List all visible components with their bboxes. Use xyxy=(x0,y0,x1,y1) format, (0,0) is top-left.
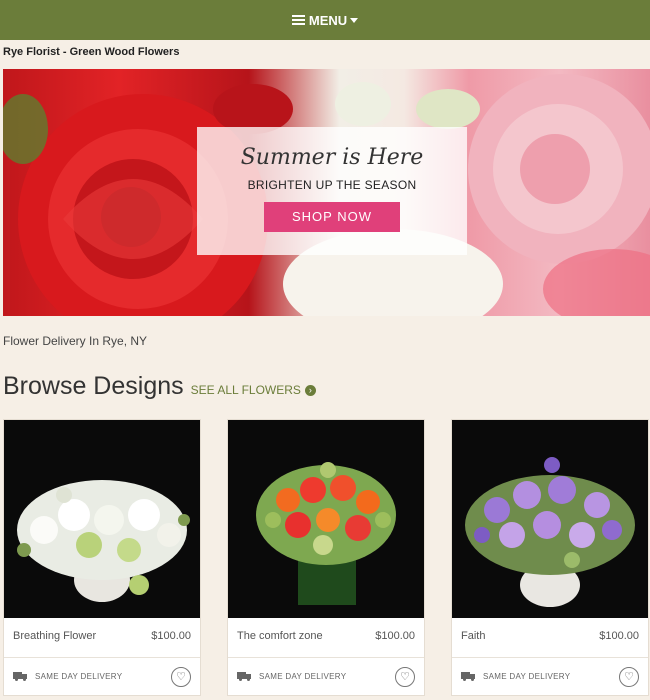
delivery-location-text: Flower Delivery In Rye, NY xyxy=(3,334,148,348)
product-name[interactable]: Faith xyxy=(461,630,485,642)
favorite-heart-icon[interactable]: ♡ xyxy=(619,666,639,687)
product-image[interactable] xyxy=(228,420,424,618)
favorite-heart-icon[interactable]: ♡ xyxy=(171,666,191,687)
product-info-row: The comfort zone $100.00 xyxy=(228,618,424,642)
product-image[interactable] xyxy=(4,420,200,618)
arrow-right-circle-icon: › xyxy=(304,384,316,396)
see-all-flowers-link[interactable]: SEE ALL FLOWERS › xyxy=(191,383,316,397)
favorite-heart-icon[interactable]: ♡ xyxy=(395,666,415,687)
menu-button[interactable]: MENU xyxy=(291,12,359,28)
product-delivery-row: SAME DAY DELIVERY ♡ xyxy=(4,657,200,695)
product-card[interactable]: Faith $100.00 SAME DAY DELIVERY ♡ xyxy=(451,419,649,696)
truck-icon xyxy=(237,672,251,681)
product-info-row: Breathing Flower $100.00 xyxy=(4,618,200,642)
caret-down-icon xyxy=(350,17,359,23)
hero-promo-box: Summer is Here BRIGHTEN UP THE SEASON SH… xyxy=(197,127,467,255)
site-title: Rye Florist - Green Wood Flowers xyxy=(3,46,180,58)
same-day-delivery-label: SAME DAY DELIVERY xyxy=(259,672,347,681)
product-image[interactable] xyxy=(452,420,648,618)
hamburger-icon xyxy=(291,15,305,25)
menu-label: MENU xyxy=(308,12,348,28)
product-card[interactable]: Breathing Flower $100.00 SAME DAY DELIVE… xyxy=(3,419,201,696)
see-all-label: SEE ALL FLOWERS xyxy=(190,383,301,397)
product-name[interactable]: Breathing Flower xyxy=(13,630,96,642)
product-price: $100.00 xyxy=(151,630,191,642)
product-name[interactable]: The comfort zone xyxy=(237,630,323,642)
browse-title: Browse Designs xyxy=(3,372,184,400)
truck-icon xyxy=(461,672,475,681)
product-price: $100.00 xyxy=(599,630,639,642)
hero-headline: Summer is Here xyxy=(240,145,424,170)
same-day-delivery-label: SAME DAY DELIVERY xyxy=(483,672,571,681)
hero-subheadline: BRIGHTEN UP THE SEASON xyxy=(247,178,417,192)
product-delivery-row: SAME DAY DELIVERY ♡ xyxy=(228,657,424,695)
top-nav-bar: MENU xyxy=(0,0,650,40)
browse-heading: Browse Designs SEE ALL FLOWERS › xyxy=(3,372,316,401)
product-info-row: Faith $100.00 xyxy=(452,618,648,642)
hero-banner[interactable]: Summer is Here BRIGHTEN UP THE SEASON SH… xyxy=(3,69,650,316)
truck-icon xyxy=(13,672,27,681)
product-price: $100.00 xyxy=(375,630,415,642)
same-day-delivery-label: SAME DAY DELIVERY xyxy=(35,672,123,681)
product-card[interactable]: The comfort zone $100.00 SAME DAY DELIVE… xyxy=(227,419,425,696)
shop-now-button[interactable]: SHOP NOW xyxy=(264,202,400,232)
product-delivery-row: SAME DAY DELIVERY ♡ xyxy=(452,657,648,695)
